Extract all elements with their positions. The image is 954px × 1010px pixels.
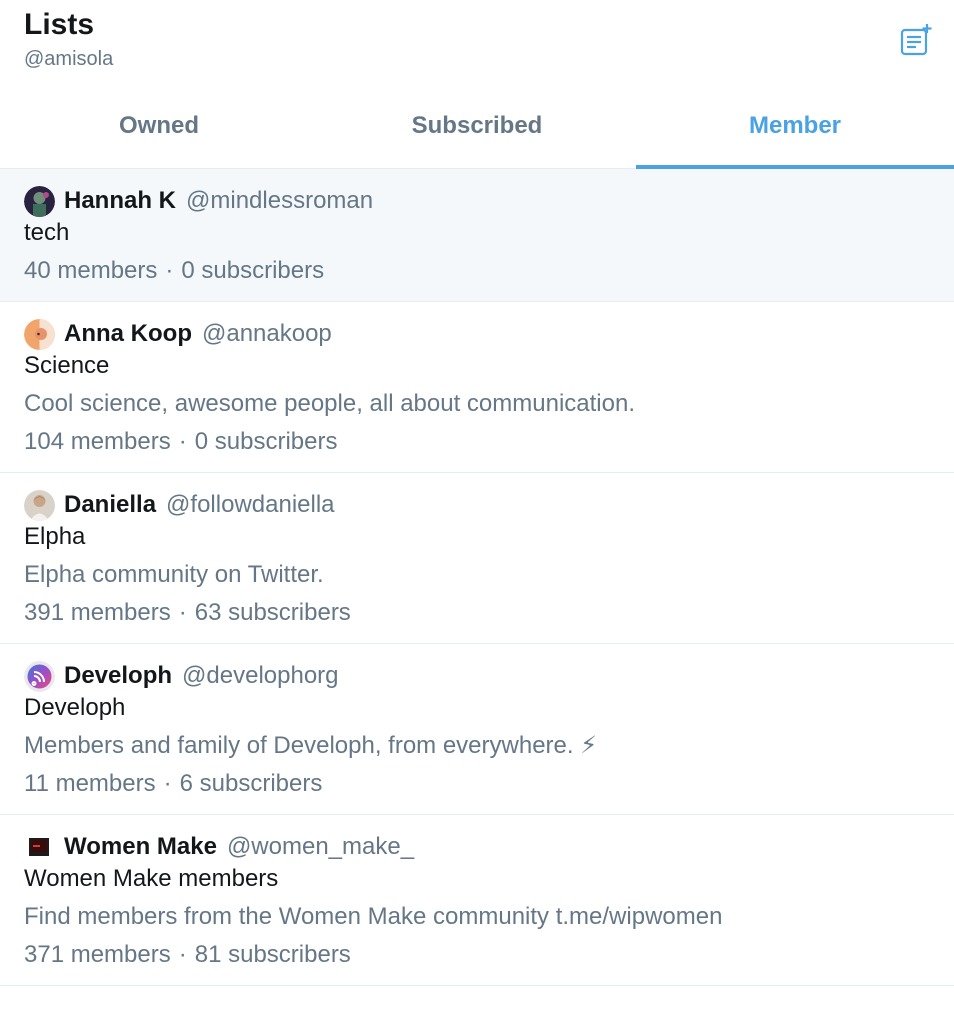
subscriber-count: 6 subscribers <box>179 770 323 797</box>
list-item[interactable]: Developh @develophorg Developh Members a… <box>0 644 954 815</box>
owner-handle: @mindlessroman <box>186 187 374 214</box>
list-name[interactable]: Developh <box>24 692 930 724</box>
page-title: Lists <box>24 8 95 41</box>
list-owner: Developh @develophorg <box>24 660 930 692</box>
stats-separator: · <box>178 599 187 626</box>
list-description: Elpha community on Twitter. <box>24 561 324 588</box>
avatar <box>24 185 55 217</box>
new-list-icon <box>900 24 932 56</box>
list-description: Find members from the Women Make communi… <box>24 903 723 930</box>
lists-container: Hannah K @mindlessroman tech 40 members ·… <box>0 169 954 986</box>
tab-subscribed[interactable]: Subscribed <box>318 92 636 168</box>
avatar <box>24 318 55 350</box>
owner-name[interactable]: Anna Koop <box>64 320 192 348</box>
list-item[interactable]: Women Make @women_make_ Women Make membe… <box>0 815 954 986</box>
stats-separator: · <box>163 770 172 797</box>
list-name[interactable]: Elpha <box>24 521 930 553</box>
avatar <box>24 660 55 692</box>
tab-owned[interactable]: Owned <box>0 92 318 168</box>
avatar <box>24 489 55 521</box>
page-header: Lists @amisola <box>0 0 954 92</box>
list-owner: Daniella @followdaniella <box>24 489 930 521</box>
user-handle: @amisola <box>24 48 114 70</box>
owner-name[interactable]: Hannah K <box>64 187 176 215</box>
list-stats: 104 members · 0 subscribers <box>24 426 930 458</box>
stats-separator: · <box>165 257 174 284</box>
owner-name[interactable]: Developh <box>64 662 172 690</box>
list-stats: 371 members · 81 subscribers <box>24 939 930 971</box>
create-list-button[interactable] <box>896 20 936 60</box>
subscriber-count: 81 subscribers <box>194 941 351 968</box>
subscriber-count: 63 subscribers <box>194 599 351 626</box>
list-owner: Anna Koop @annakoop <box>24 318 930 350</box>
list-item[interactable]: Daniella @followdaniella Elpha Elpha com… <box>0 473 954 644</box>
member-count: 371 members <box>24 941 171 968</box>
owner-handle: @develophorg <box>182 662 339 689</box>
list-name[interactable]: Women Make members <box>24 863 930 895</box>
member-count: 104 members <box>24 428 171 455</box>
list-stats: 40 members · 0 subscribers <box>24 255 930 287</box>
subscriber-count: 0 subscribers <box>181 257 325 284</box>
list-tabs: Owned Subscribed Member <box>0 92 954 169</box>
avatar <box>29 837 49 856</box>
member-count: 11 members <box>24 770 156 797</box>
owner-handle: @followdaniella <box>166 491 335 518</box>
list-owner: Women Make @women_make_ <box>24 831 930 863</box>
tab-member[interactable]: Member <box>636 92 954 169</box>
owner-name[interactable]: Women Make <box>64 833 217 861</box>
list-owner: Hannah K @mindlessroman <box>24 185 930 217</box>
owner-handle: @annakoop <box>201 320 332 347</box>
list-item[interactable]: Anna Koop @annakoop Science Cool science… <box>0 302 954 473</box>
list-item[interactable]: Hannah K @mindlessroman tech 40 members ·… <box>0 169 954 302</box>
list-description: Members and family of Developh, from eve… <box>24 732 598 759</box>
list-stats: 11 members · 6 subscribers <box>24 768 930 800</box>
list-name[interactable]: tech <box>24 217 930 249</box>
owner-name[interactable]: Daniella <box>64 491 156 519</box>
list-stats: 391 members · 63 subscribers <box>24 597 930 629</box>
list-name[interactable]: Science <box>24 350 930 382</box>
member-count: 391 members <box>24 599 171 626</box>
stats-separator: · <box>178 428 187 455</box>
list-description: Cool science, awesome people, all about … <box>24 390 636 417</box>
stats-separator: · <box>178 941 187 968</box>
subscriber-count: 0 subscribers <box>194 428 338 455</box>
owner-handle: @women_make_ <box>226 833 415 860</box>
member-count: 40 members <box>24 257 158 284</box>
